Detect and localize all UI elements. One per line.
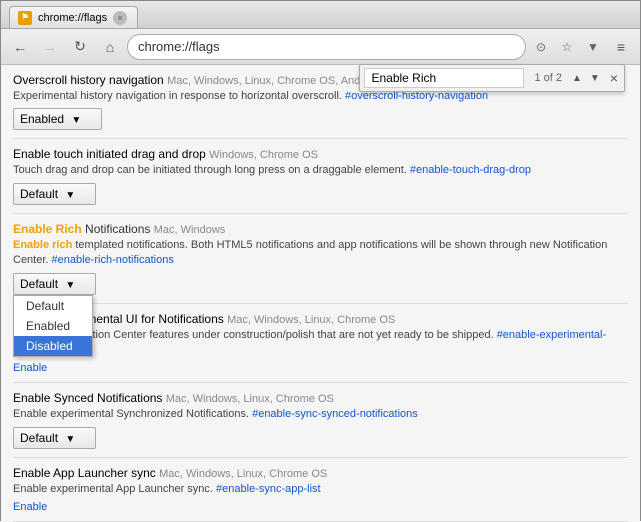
flag-notification-ui-title: Enable experimental UI for Notifications… (13, 312, 628, 326)
search-close-button[interactable]: × (604, 66, 624, 90)
flag-synced-name: Enable Synced Notifications (13, 391, 162, 405)
flag-synced-value: Default (20, 431, 58, 445)
tab-label: chrome://flags (38, 12, 107, 24)
pocket-button[interactable]: ▼ (582, 36, 604, 58)
chevron-down-icon: ▼ (65, 280, 75, 291)
flag-rich-desc-highlight: Enable rich (13, 239, 72, 251)
flag-synced-desc: Enable experimental Synchronized Notific… (13, 407, 628, 422)
flag-rich-notifications: Enable Rich Notifications Mac, Windows E… (13, 222, 628, 304)
flag-notification-ui-link[interactable]: #enable-experimental-notification-ui (13, 329, 606, 356)
reload-button[interactable]: ↻ (67, 34, 93, 60)
chevron-down-icon: ▼ (65, 190, 75, 201)
flag-app-launcher-link[interactable]: #enable-sync-app-list (216, 483, 321, 495)
flag-rich-name-after: Notifications (85, 222, 150, 236)
flag-synced-notifications: Enable Synced Notifications Mac, Windows… (13, 391, 628, 457)
flag-notification-ui-platform: Mac, Windows, Linux, Chrome OS (227, 314, 395, 326)
flag-rich-link[interactable]: #enable-rich-notifications (52, 254, 174, 266)
flag-app-launcher: Enable App Launcher sync Mac, Windows, L… (13, 466, 628, 522)
flag-touch-drag-name: Enable touch initiated drag and drop (13, 147, 206, 161)
flag-overscroll-value: Enabled (20, 112, 64, 126)
flag-touch-drag-select[interactable]: Default ▼ (13, 183, 96, 205)
flag-touch-drag-desc: Touch drag and drop can be initiated thr… (13, 163, 628, 178)
flag-overscroll-control: Enabled ▼ (13, 108, 102, 130)
title-bar: ⚑ chrome://flags × (1, 1, 640, 29)
flag-app-launcher-name: Enable App Launcher sync (13, 466, 156, 480)
search-count: 1 of 2 (528, 72, 568, 84)
flag-rich-control: Default ▼ Default Enabled Disabled (13, 273, 96, 295)
flag-touch-drag-link[interactable]: #enable-touch-drag-drop (410, 164, 531, 176)
flag-rich-desc: Enable rich templated notifications. Bot… (13, 238, 628, 269)
flag-rich-value: Default (20, 277, 58, 291)
tab-close-button[interactable]: × (113, 11, 127, 25)
flag-touch-drag-title: Enable touch initiated drag and drop Win… (13, 147, 628, 161)
nav-bar: ← → ↻ ⌂ chrome://flags ⊙ ☆ ▼ ≡ (1, 29, 640, 65)
flag-app-launcher-desc: Enable experimental App Launcher sync. #… (13, 482, 628, 497)
address-text: chrome://flags (138, 39, 220, 54)
nav-icons: ⊙ ☆ ▼ (530, 36, 604, 58)
flag-notification-ui-enable-link[interactable]: Enable (13, 362, 628, 374)
tab-area: ⚑ chrome://flags × (9, 1, 138, 28)
dropdown-option-default[interactable]: Default (14, 296, 92, 316)
content-area: Overscroll history navigation Mac, Windo… (1, 65, 640, 522)
flag-overscroll-select[interactable]: Enabled ▼ (13, 108, 102, 130)
search-input[interactable] (364, 68, 524, 88)
flag-overscroll-platform: Mac, Windows, Linux, Chrome OS, Android (167, 75, 379, 87)
flag-touch-drag-value: Default (20, 187, 58, 201)
flag-notification-ui: Enable experimental UI for Notifications… (13, 312, 628, 384)
address-bar[interactable]: chrome://flags (127, 34, 526, 60)
search-prev-button[interactable]: ▲ (568, 66, 586, 90)
flag-synced-link[interactable]: #enable-sync-synced-notifications (252, 408, 418, 420)
flags-list: Overscroll history navigation Mac, Windo… (1, 65, 640, 522)
dropdown-option-enabled[interactable]: Enabled (14, 316, 92, 336)
flag-rich-platform: Mac, Windows (154, 224, 226, 236)
flag-rich-notifications-title: Enable Rich Notifications Mac, Windows (13, 222, 628, 236)
flag-synced-select[interactable]: Default ▼ (13, 427, 96, 449)
bookmark-button[interactable]: ☆ (556, 36, 578, 58)
search-bar: 1 of 2 ▲ ▼ × (359, 64, 625, 92)
flag-notification-ui-desc: Enables Notification Center features und… (13, 328, 628, 359)
flag-synced-title: Enable Synced Notifications Mac, Windows… (13, 391, 628, 405)
flag-overscroll-name: Overscroll history navigation (13, 73, 164, 87)
chevron-down-icon: ▼ (71, 115, 81, 126)
flag-synced-platform: Mac, Windows, Linux, Chrome OS (166, 393, 334, 405)
flag-synced-control: Default ▼ (13, 427, 96, 449)
tab-favicon-icon: ⚑ (18, 11, 32, 25)
cast-icon-button[interactable]: ⊙ (530, 36, 552, 58)
flag-app-launcher-platform: Mac, Windows, Linux, Chrome OS (159, 468, 327, 480)
flag-app-launcher-title: Enable App Launcher sync Mac, Windows, L… (13, 466, 628, 480)
flag-touch-drag-control: Default ▼ (13, 183, 96, 205)
home-button[interactable]: ⌂ (97, 34, 123, 60)
flag-rich-dropdown: Default Enabled Disabled (13, 295, 93, 357)
dropdown-option-disabled[interactable]: Disabled (14, 336, 92, 356)
search-next-button[interactable]: ▼ (586, 66, 604, 90)
flag-rich-select[interactable]: Default ▼ (13, 273, 96, 295)
tab-chrome-flags[interactable]: ⚑ chrome://flags × (9, 6, 138, 28)
forward-button[interactable]: → (37, 34, 63, 60)
flag-app-launcher-enable-link[interactable]: Enable (13, 501, 628, 513)
menu-button[interactable]: ≡ (608, 34, 634, 60)
flag-rich-name-before: Enable Rich (13, 222, 82, 236)
back-button[interactable]: ← (7, 34, 33, 60)
flag-touch-drag-platform: Windows, Chrome OS (209, 149, 318, 161)
flag-touch-drag: Enable touch initiated drag and drop Win… (13, 147, 628, 213)
chevron-down-icon: ▼ (65, 434, 75, 445)
